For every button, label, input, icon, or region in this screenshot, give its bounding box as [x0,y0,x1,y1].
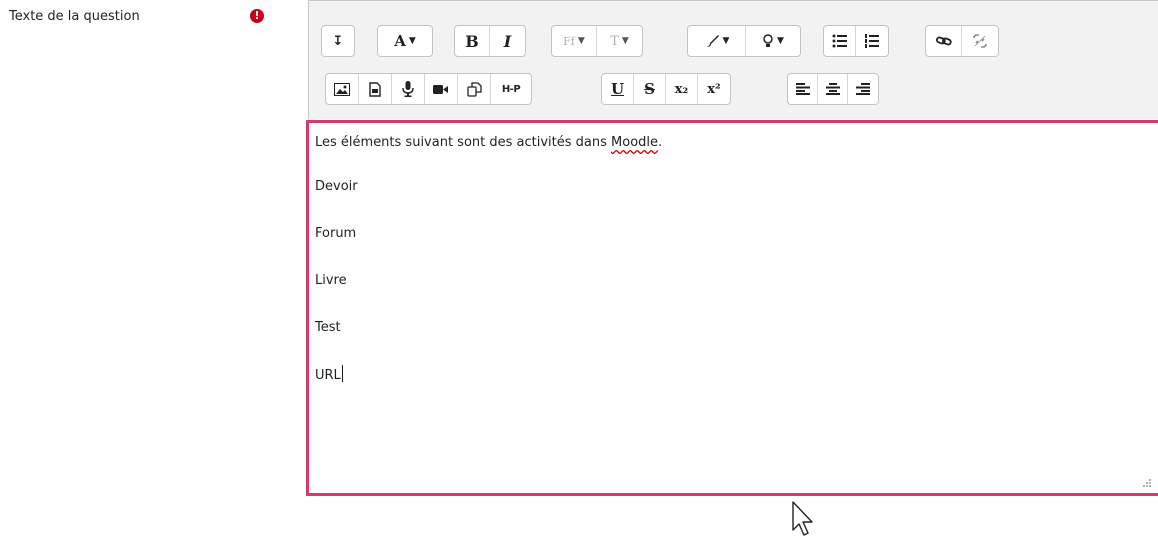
mouse-pointer-icon [790,500,816,538]
record-video-button[interactable] [425,74,458,104]
unordered-list-icon [832,34,848,48]
media-file-icon [369,81,381,97]
insert-media-button[interactable] [359,74,392,104]
toolbar-group-files: H-P [325,73,532,105]
font-size-dropdown[interactable]: T ▼ [597,26,642,56]
bold-button[interactable]: B [455,26,490,56]
chevron-down-icon: ▼ [577,36,585,46]
manage-files-button[interactable] [458,74,491,104]
align-right-button[interactable] [848,74,878,104]
list-item: Livre [315,273,347,288]
toolbar-group-style: A ▼ [377,25,433,57]
toolbar-group-list [823,25,889,57]
align-right-icon [856,83,870,95]
toolbar-group-links [925,25,999,57]
font-size-label: T [610,33,619,49]
rich-text-editor: ↧ A ▼ B I Ff ▼ T ▼ ▼ ▼ H-P U S x₂ x² Les… [306,0,1158,496]
toolbar-group-align [787,73,879,105]
image-icon [334,82,350,96]
align-center-icon [825,83,840,95]
list-item: Test [315,320,341,335]
toolbar-group-formatting: U S x₂ x² [601,73,731,105]
font-family-label: Ff [563,34,575,48]
ordered-list-icon [864,34,880,48]
insert-image-button[interactable] [326,74,359,104]
list-item: Forum [315,226,357,241]
link-icon [935,35,952,47]
list-item: Devoir [315,179,358,194]
subscript-button[interactable]: x₂ [666,74,698,104]
unordered-list-button[interactable] [824,26,856,56]
text-cursor [341,365,343,382]
list-item: URL [315,368,341,383]
underline-button[interactable]: U [602,74,634,104]
editor-content-area[interactable]: Les éléments suivant sont des activités … [306,120,1158,496]
font-family-dropdown[interactable]: Ff ▼ [552,26,597,56]
unlink-button[interactable] [962,26,998,56]
misspelled-word: Moodle [611,135,659,150]
toolbar-group-font: Ff ▼ T ▼ [551,25,643,57]
toolbar-group-basic: B I [454,25,526,57]
chevron-down-icon: ▼ [722,36,730,46]
highlight-dropdown[interactable]: ▼ [746,26,800,56]
list-item-last: URL [315,365,1158,385]
required-icon: ! [250,9,264,23]
editor-toolbar: ↧ A ▼ B I Ff ▼ T ▼ ▼ ▼ H-P U S x₂ x² [308,0,1158,119]
align-left-button[interactable] [788,74,818,104]
italic-button[interactable]: I [490,26,525,56]
superscript-button[interactable]: x² [698,74,730,104]
link-button[interactable] [926,26,962,56]
strikethrough-button[interactable]: S [634,74,666,104]
unlink-icon [972,34,988,48]
lightbulb-icon [762,34,774,48]
intro-text-after: . [658,135,663,150]
align-left-icon [795,83,810,95]
paint-brush-icon [704,34,720,48]
intro-paragraph: Les éléments suivant sont des activités … [315,133,1158,153]
ordered-list-button[interactable] [856,26,888,56]
resize-grip-icon[interactable] [1142,477,1152,487]
paragraph-style-dropdown[interactable]: A ▼ [378,26,432,56]
insert-h5p-button[interactable]: H-P [491,74,531,104]
font-color-dropdown[interactable]: ▼ [688,26,746,56]
field-label: Texte de la question [9,9,140,24]
toolbar-group-expand: ↧ [321,25,355,57]
align-center-button[interactable] [818,74,848,104]
video-camera-icon [433,84,449,95]
chevron-down-icon: ▼ [777,36,784,46]
toolbar-group-color: ▼ ▼ [687,25,801,57]
microphone-icon [402,81,414,97]
chevron-down-icon: ▼ [621,36,629,46]
intro-text-before: Les éléments suivant sont des activités … [315,135,612,150]
copy-files-icon [466,81,482,97]
record-audio-button[interactable] [392,74,425,104]
show-more-buttons[interactable]: ↧ [322,26,354,56]
text-style-label: A [394,32,406,50]
chevron-down-icon: ▼ [408,36,416,46]
